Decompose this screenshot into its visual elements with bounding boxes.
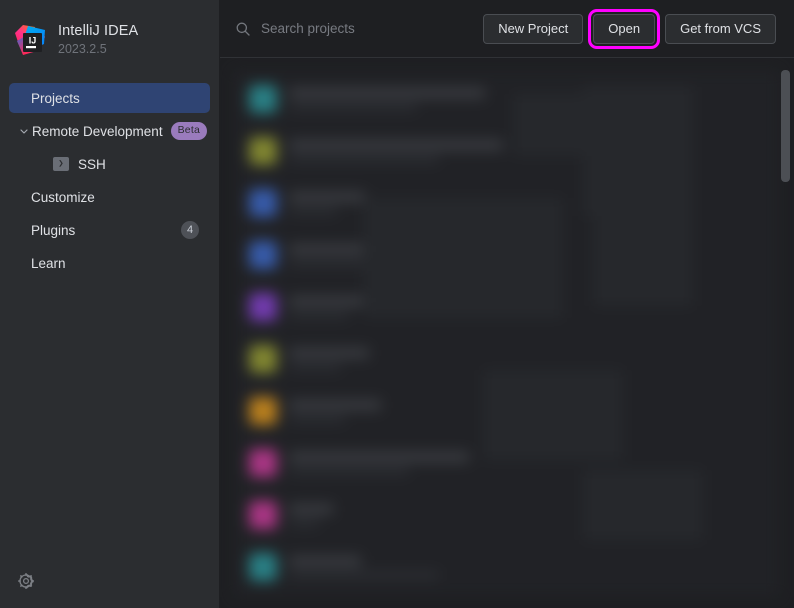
search-icon [234,20,252,38]
sidebar-item-remote-development[interactable]: Remote Development Beta [9,116,210,146]
project-avatar-icon [249,241,277,269]
project-item-text [289,452,469,475]
main-content: New Project Open Get from VCS [220,0,794,608]
project-item-text [289,140,503,163]
intellij-idea-logo-icon: IJ [14,24,46,56]
sidebar-item-ssh[interactable]: ❯ SSH [41,149,210,179]
project-list-decor [483,370,623,460]
sidebar: IJ IntelliJ IDEA 2023.2.5 Projects Remot [0,0,220,608]
sidebar-nav: Projects Remote Development Beta ❯ SSH C [0,83,219,278]
project-list-decor [593,210,693,306]
sidebar-item-label: Projects [31,91,80,106]
project-avatar-icon [249,449,277,477]
project-path [289,363,341,371]
project-list-scrollbar[interactable] [781,70,790,608]
toolbar-buttons: New Project Open Get from VCS [483,14,776,44]
project-item-text [289,504,333,527]
sidebar-item-label: SSH [78,157,106,172]
get-from-vcs-button[interactable]: Get from VCS [665,14,776,44]
project-avatar-icon [249,553,277,581]
project-avatar-icon [249,501,277,529]
sidebar-item-projects[interactable]: Projects [9,83,210,113]
search-field[interactable] [234,14,483,44]
welcome-screen: IJ IntelliJ IDEA 2023.2.5 Projects Remot [0,0,794,608]
new-project-button[interactable]: New Project [483,14,583,44]
project-name [289,556,361,566]
project-item-text [289,192,365,215]
sidebar-item-label: Learn [31,256,66,271]
project-name [289,140,503,150]
project-list-decor [583,470,703,540]
gear-icon[interactable] [16,571,36,591]
project-avatar-icon [249,397,277,425]
project-avatar-icon [249,189,277,217]
sidebar-item-label: Customize [31,190,95,205]
project-list-item[interactable] [233,544,780,590]
project-list-decor [513,94,583,156]
svg-text:IJ: IJ [29,36,37,46]
sidebar-subnav: ❯ SSH [9,149,210,179]
toolbar: New Project Open Get from VCS [220,0,794,58]
project-path [289,467,409,475]
project-item-text [289,348,369,371]
sidebar-item-label: Plugins [31,223,75,238]
project-path [289,207,337,215]
project-path [289,519,319,527]
project-item-text [289,88,485,111]
project-name [289,348,369,358]
sidebar-item-customize[interactable]: Customize [9,182,210,212]
sidebar-item-plugins[interactable]: Plugins 4 [9,215,210,245]
sidebar-item-learn[interactable]: Learn [9,248,210,278]
product-header: IJ IntelliJ IDEA 2023.2.5 [0,0,219,62]
product-version: 2023.2.5 [58,42,138,57]
project-name [289,452,469,462]
open-button[interactable]: Open [593,14,655,44]
project-name [289,192,365,202]
project-path [289,103,417,111]
project-name [289,504,333,514]
project-list-item[interactable] [233,128,780,174]
project-list-decor [363,198,563,318]
project-name [289,88,485,98]
project-name [289,400,381,410]
beta-badge: Beta [171,122,207,140]
project-avatar-icon [249,345,277,373]
ssh-terminal-icon: ❯ [53,157,69,171]
project-list-item[interactable] [233,76,780,122]
project-path [289,311,349,319]
project-avatar-icon [249,137,277,165]
project-avatar-icon [249,293,277,321]
project-list-area [220,58,794,608]
project-list[interactable] [233,70,780,597]
project-item-text [289,400,381,423]
sidebar-item-label: Remote Development [32,124,163,139]
project-avatar-icon [249,85,277,113]
project-path [289,571,439,579]
product-name: IntelliJ IDEA [58,23,138,40]
plugins-count-badge: 4 [181,221,199,239]
chevron-down-icon[interactable] [17,124,31,138]
project-path [289,415,345,423]
project-path [289,155,439,163]
product-info: IntelliJ IDEA 2023.2.5 [58,23,138,57]
search-input[interactable] [261,21,461,36]
scrollbar-thumb[interactable] [781,70,790,182]
project-item-text [289,556,439,579]
project-list-decor [583,86,693,216]
